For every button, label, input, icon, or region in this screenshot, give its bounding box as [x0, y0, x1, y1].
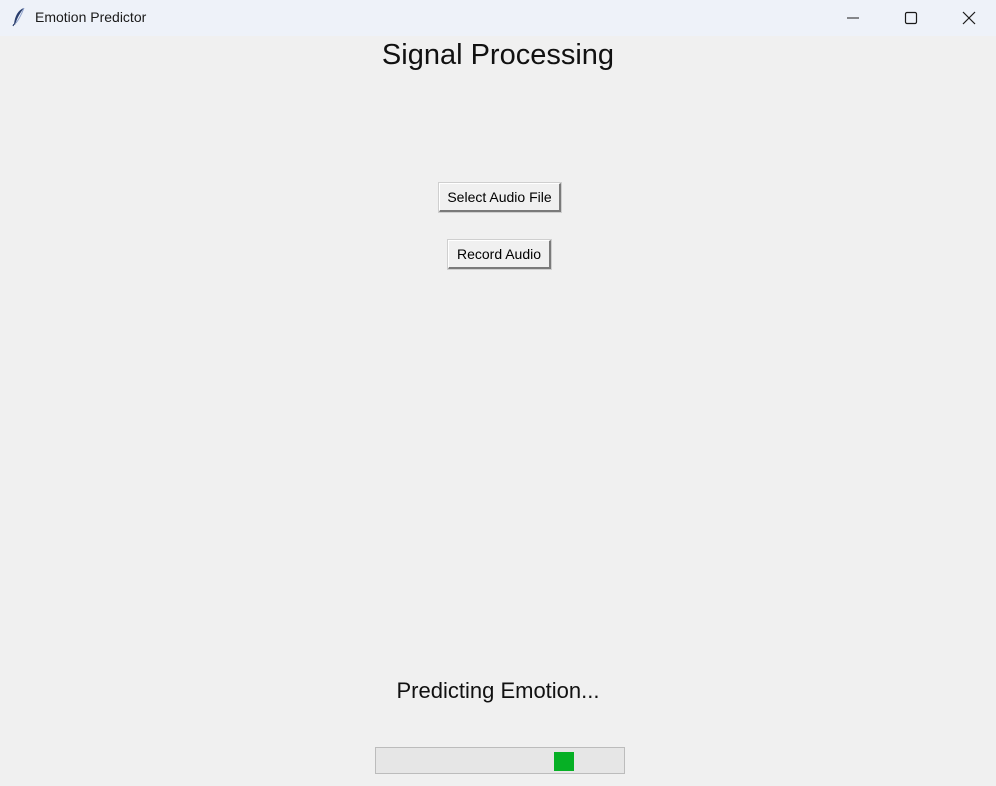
- title-bar: Emotion Predictor: [0, 0, 996, 36]
- select-audio-file-button[interactable]: Select Audio File: [438, 182, 562, 213]
- close-button[interactable]: [940, 0, 996, 36]
- window-title: Emotion Predictor: [35, 9, 147, 25]
- feather-icon: [11, 7, 27, 27]
- progress-indicator: [554, 752, 574, 771]
- minimize-icon: [847, 17, 859, 19]
- page-title: Signal Processing: [381, 39, 615, 71]
- minimize-button[interactable]: [824, 0, 882, 36]
- maximize-button[interactable]: [882, 0, 940, 36]
- progress-bar: [375, 747, 625, 774]
- close-icon: [962, 11, 976, 25]
- status-label: Predicting Emotion...: [396, 678, 600, 703]
- maximize-icon: [904, 11, 918, 25]
- record-audio-button[interactable]: Record Audio: [447, 239, 552, 270]
